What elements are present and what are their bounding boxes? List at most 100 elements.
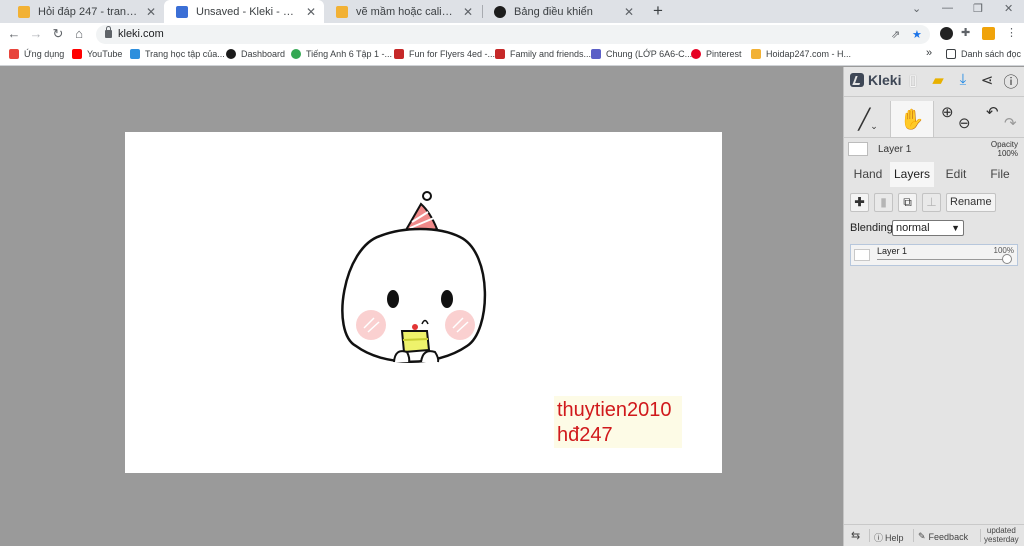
- zoom-out-icon[interactable]: ⊖: [958, 114, 971, 132]
- feedback-label: Feedback: [928, 531, 969, 542]
- home-icon[interactable]: ⌂: [71, 26, 87, 41]
- minimize-icon[interactable]: —: [942, 2, 953, 14]
- reading-list-button[interactable]: Danh sách đọc: [946, 49, 1021, 59]
- reading-list-label: Danh sách đọc: [961, 49, 1022, 59]
- undo-icon[interactable]: ↶: [986, 103, 999, 121]
- bookmark-label: Family and friends...: [510, 49, 592, 59]
- kleki-favicon-icon: [176, 5, 188, 18]
- layer-opacity-slider-handle[interactable]: [1002, 254, 1012, 264]
- new-image-icon[interactable]: ▯: [904, 71, 922, 89]
- help-label: Help: [885, 532, 904, 543]
- new-tab-button[interactable]: +: [650, 1, 666, 21]
- text-layer-box: thuytien2010 hđ247: [554, 396, 682, 448]
- tab-layers[interactable]: Layers: [890, 162, 934, 187]
- extensions-puzzle-icon[interactable]: ✚: [961, 26, 970, 39]
- bookmark-family-friends[interactable]: Family and friends...: [495, 49, 591, 59]
- hand-tool-button[interactable]: ✋: [890, 101, 934, 137]
- tab-hoidap[interactable]: Hỏi đáp 247 - trang tra loi ✕: [6, 0, 164, 23]
- hoidap-icon: [751, 49, 761, 59]
- forward-arrow-icon[interactable]: →: [28, 26, 44, 41]
- close-icon[interactable]: ✕: [461, 5, 475, 19]
- add-layer-button[interactable]: ✚: [850, 193, 869, 212]
- delete-layer-button[interactable]: ▮: [874, 193, 893, 212]
- share-icon[interactable]: ⋖: [978, 71, 996, 89]
- current-layer-name: Layer 1: [878, 144, 912, 155]
- right-eye: [441, 290, 453, 308]
- tab-file[interactable]: File: [978, 162, 1022, 187]
- tab-kleki[interactable]: Unsaved - Kleki - Paint Tool ✕: [164, 0, 324, 23]
- bookmark-trang-hoc-tap[interactable]: Trang học tập của...: [130, 49, 225, 59]
- kleki-logo[interactable]: Kleki: [850, 72, 901, 88]
- bookmark-tieng-anh[interactable]: Tiếng Anh 6 Tập 1 -...: [291, 49, 392, 59]
- feedback-button[interactable]: ✎ Feedback: [918, 531, 968, 542]
- bookmark-chung[interactable]: Chung (LỚP 6A6-C...: [591, 49, 692, 59]
- canvas-viewport[interactable]: thuytien2010 hđ247: [0, 67, 843, 546]
- profile-avatar-icon[interactable]: [982, 27, 995, 40]
- help-circle-icon[interactable]: ⓘ: [1002, 71, 1020, 92]
- hand-icon: ✋: [899, 108, 925, 131]
- close-icon[interactable]: ✕: [304, 5, 318, 19]
- bookmark-hoidap247[interactable]: Hoidap247.com - H...: [751, 49, 851, 59]
- bookmark-youtube[interactable]: YouTube: [72, 49, 122, 59]
- tab-ve-mam[interactable]: vẽ mầm hoặc cali chữ: Đ hoặc cali ✕: [324, 0, 481, 23]
- bookmark-star-icon[interactable]: ★: [912, 28, 922, 41]
- chevron-down-icon: ▼: [951, 223, 960, 233]
- share-page-icon[interactable]: ⇗: [891, 28, 900, 41]
- updated-label: updated: [986, 526, 1016, 535]
- bookmark-fun-for-flyers[interactable]: Fun for Flyers 4ed -...: [394, 49, 495, 59]
- brush-tool-button[interactable]: ╱ ⌄: [848, 101, 888, 137]
- blending-mode-select[interactable]: normal ▼: [892, 220, 964, 236]
- layer-list-item[interactable]: Layer 1 100%: [850, 244, 1018, 266]
- bookmark-apps[interactable]: Ứng dụng: [9, 49, 64, 59]
- window-close-icon[interactable]: ✕: [1004, 2, 1013, 15]
- cake-layer: [402, 338, 429, 341]
- bookmark-label: Tiếng Anh 6 Tập 1 -...: [306, 49, 393, 59]
- close-icon[interactable]: ✕: [622, 5, 636, 19]
- brush-icon: ╱: [858, 108, 871, 131]
- download-icon[interactable]: ⤓: [954, 71, 972, 88]
- merge-layer-button[interactable]: ⊥: [922, 193, 941, 212]
- logo-text: Kleki: [868, 72, 902, 88]
- tab-search-icon[interactable]: ⌄: [912, 2, 921, 15]
- drawing-canvas[interactable]: thuytien2010 hđ247: [125, 132, 722, 473]
- hoidap-favicon-icon: [18, 5, 30, 18]
- left-eye: [387, 290, 399, 308]
- layer-opacity-track: [877, 259, 1009, 260]
- tab-edit[interactable]: Edit: [934, 162, 978, 187]
- panel-tabs: Hand Layers Edit File: [844, 162, 1024, 187]
- address-bar[interactable]: kleki.com ⇗ ★: [96, 25, 930, 44]
- swap-side-button[interactable]: ⇆: [851, 529, 860, 542]
- redo-icon[interactable]: ↷: [1004, 114, 1017, 132]
- bookmark-label: Dashboard: [241, 49, 286, 59]
- panel-divider: [844, 137, 1024, 138]
- bookmarks-bar: Ứng dụng YouTube Trang học tập của... Da…: [0, 46, 1024, 66]
- close-icon[interactable]: ✕: [144, 5, 158, 19]
- current-layer-thumbnail[interactable]: [848, 142, 868, 156]
- reload-icon[interactable]: ↻: [50, 26, 66, 42]
- duplicate-layer-button[interactable]: ⧉: [898, 193, 917, 212]
- tab-hand[interactable]: Hand: [846, 162, 890, 187]
- canvas-text-line-1: thuytien2010: [557, 399, 672, 421]
- back-arrow-icon[interactable]: ←: [6, 26, 22, 41]
- zoom-in-icon[interactable]: ⊕: [941, 103, 954, 121]
- open-folder-icon[interactable]: ▰: [929, 71, 947, 89]
- bookmarks-overflow-button[interactable]: »: [926, 47, 932, 59]
- bookmark-pinterest[interactable]: Pinterest: [691, 49, 742, 59]
- canvas-text-line-2: hđ247: [557, 424, 613, 446]
- footer-separator: [913, 529, 914, 542]
- browser-menu-icon[interactable]: ⋮: [1006, 26, 1017, 39]
- current-layer-opacity: Opacity 100%: [991, 140, 1018, 158]
- extension-icon[interactable]: [940, 27, 953, 40]
- bookmark-dashboard[interactable]: Dashboard: [226, 49, 285, 59]
- tab-bang-dieu-khien[interactable]: Bảng điều khiển ✕: [482, 0, 642, 23]
- rename-layer-button[interactable]: Rename: [946, 193, 996, 212]
- panel-divider: [844, 96, 1024, 97]
- shield-icon: [394, 49, 404, 59]
- bookmark-label: Hoidap247.com - H...: [766, 49, 852, 59]
- bookmark-label: Trang học tập của...: [145, 49, 225, 59]
- changelog-link[interactable]: updated yesterday: [984, 526, 1019, 544]
- restore-icon[interactable]: ❐: [973, 2, 983, 15]
- help-button[interactable]: ⓘ Help: [874, 531, 904, 544]
- opacity-label: Opacity: [990, 140, 1018, 149]
- globe-icon: [291, 49, 301, 59]
